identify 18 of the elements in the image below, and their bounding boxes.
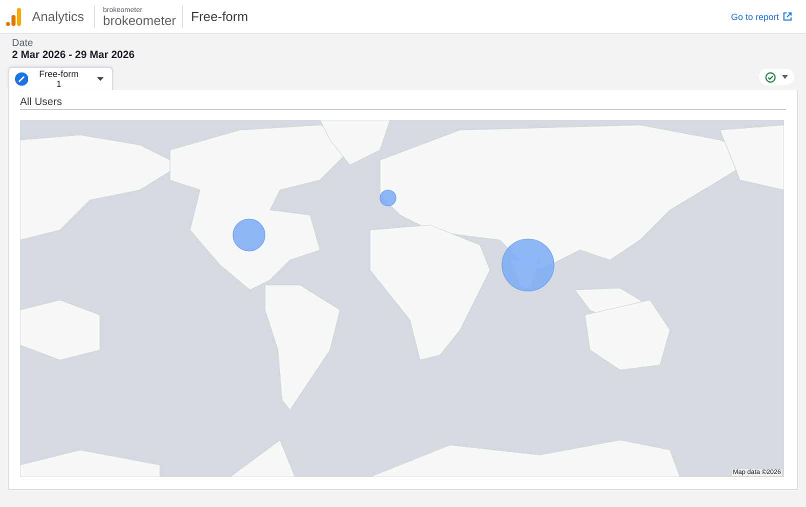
data-bubble — [232, 218, 266, 252]
data-bubble — [502, 238, 554, 292]
date-label: Date — [12, 38, 34, 49]
caret-icon — [97, 77, 104, 81]
property-name: brokeometer — [103, 14, 176, 26]
go-to-report-link[interactable]: Go to report — [730, 12, 792, 22]
external-link-icon — [783, 12, 792, 21]
caret-icon — [782, 75, 788, 79]
data-bubble — [380, 190, 396, 206]
report-tab[interactable]: Free-form 1 — [8, 67, 113, 90]
analytics-logo-icon — [6, 8, 22, 26]
product-name: Analytics — [32, 9, 84, 24]
date-range: 2 Mar 2026 - 29 Mar 2026 — [12, 49, 136, 61]
pencil-icon — [15, 72, 28, 86]
card-title: All Users — [20, 96, 786, 110]
status-dropdown[interactable] — [759, 69, 794, 85]
page-title: Free-form — [191, 9, 248, 24]
check-circle-icon — [765, 72, 776, 82]
